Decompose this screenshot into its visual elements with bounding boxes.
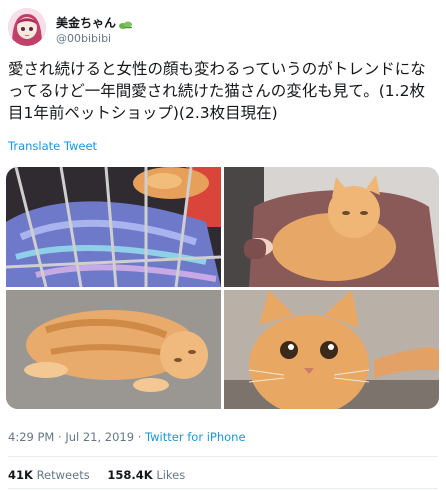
tweet-text: 愛され続けると女性の顔も変わるっていうのがトレンドになってるけど一年間愛され続け…: [8, 60, 426, 122]
divider-bottom: [8, 488, 438, 489]
photo-3-cat-lying[interactable]: [6, 290, 221, 409]
display-name[interactable]: 美金ちゃん: [56, 14, 133, 31]
retweets-count: 41K: [8, 468, 33, 482]
photo-2-kitten-held[interactable]: [224, 167, 439, 287]
tweet-stats: 41K Retweets 158.4K Likes: [8, 468, 199, 482]
likes-label: Likes: [156, 468, 186, 482]
photo-1-kitten-in-cage[interactable]: [6, 167, 221, 287]
retweets-label: Retweets: [36, 468, 90, 482]
display-name-text: 美金ちゃん: [56, 16, 117, 30]
tweet-timestamp: 4:29 PM · Jul 21, 2019 · Twitter for iPh…: [8, 430, 246, 444]
tweet-date[interactable]: Jul 21, 2019: [65, 430, 134, 444]
photo-4-cat-face[interactable]: [224, 290, 439, 409]
tweet-source-link[interactable]: Twitter for iPhone: [145, 430, 246, 444]
divider: [8, 456, 438, 457]
timestamp-separator: ·: [58, 430, 62, 444]
avatar-image: [8, 8, 46, 46]
retweets-stat[interactable]: 41K Retweets: [8, 468, 90, 482]
likes-stat[interactable]: 158.4K Likes: [107, 468, 185, 482]
likes-count: 158.4K: [107, 468, 153, 482]
translate-tweet-link[interactable]: Translate Tweet: [8, 139, 97, 153]
avatar[interactable]: [8, 8, 46, 46]
timestamp-separator-2: ·: [137, 430, 142, 444]
media-grid: [6, 167, 439, 409]
handle[interactable]: @00bibibi: [56, 32, 111, 45]
four-leaf-clover-icon: [119, 19, 133, 29]
tweet-header: 美金ちゃん @00bibibi: [8, 8, 438, 52]
tweet-time[interactable]: 4:29 PM: [8, 430, 54, 444]
